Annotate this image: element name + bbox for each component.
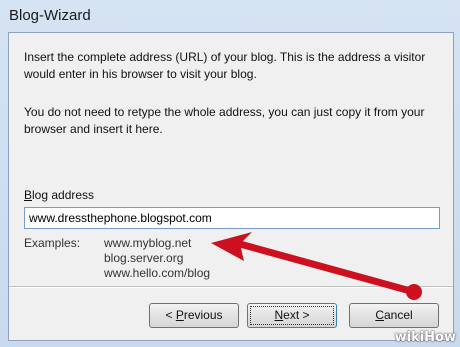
example-item: blog.server.org [104, 251, 184, 265]
example-item: www.myblog.net [104, 236, 192, 250]
previous-button[interactable]: < Previous [149, 303, 239, 328]
previous-button-prefix: < [165, 308, 176, 322]
instruction-text-2: You do not need to retype the whole addr… [24, 105, 425, 136]
previous-button-accel: P [175, 308, 184, 322]
blog-address-label: Blog address [24, 188, 94, 202]
example-item: www.hello.com/blog [104, 266, 211, 280]
cancel-button[interactable]: Cancel [349, 303, 439, 328]
examples-label: Examples: [24, 236, 81, 250]
window-title: Blog-Wizard [9, 7, 91, 24]
wikihow-watermark: wikiHow [394, 330, 456, 345]
wizard-window: Blog-Wizard Insert the complete address … [0, 0, 460, 347]
instruction-text-1: Insert the complete address (URL) of you… [24, 50, 426, 81]
previous-button-label: revious [183, 308, 223, 322]
blog-address-input[interactable] [24, 207, 440, 229]
cancel-button-label: ancel [383, 308, 413, 322]
examples-list: www.myblog.net blog.server.org www.hello… [104, 236, 210, 281]
separator-line [9, 286, 453, 288]
title-bar[interactable]: Blog-Wizard [0, 0, 460, 32]
next-button[interactable]: Next > [247, 303, 337, 328]
next-button-accel: N [274, 308, 284, 322]
blog-address-label-accel: B [24, 188, 33, 202]
wizard-content: Insert the complete address (URL) of you… [8, 32, 454, 341]
blog-address-label-text: log address [32, 188, 95, 202]
next-button-label: ext > [283, 308, 310, 322]
cancel-button-accel: C [375, 308, 384, 322]
